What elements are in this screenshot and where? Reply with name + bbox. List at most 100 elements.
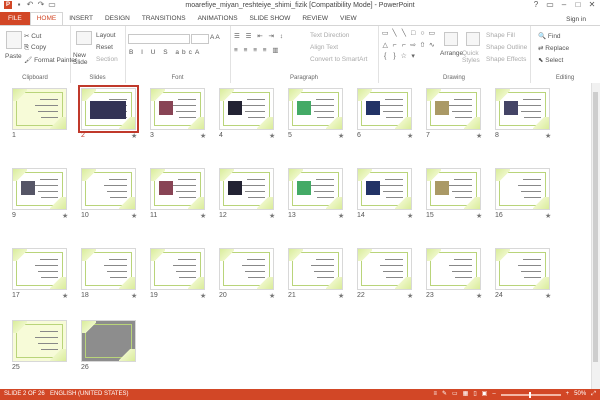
transition-star-icon[interactable]: ★ (338, 292, 344, 300)
zoom-slider[interactable] (500, 391, 561, 398)
slide-thumbnail[interactable] (150, 168, 205, 210)
arrange-icon[interactable] (444, 32, 458, 46)
brace-icon[interactable]: { (381, 52, 389, 63)
transition-star-icon[interactable]: ★ (269, 132, 275, 140)
slideshow-view-icon[interactable]: ▣ (482, 389, 488, 400)
shape-outline-button[interactable]: Shape Outline (486, 44, 527, 51)
tab-insert[interactable]: INSERT (63, 12, 99, 25)
quick-styles-button[interactable]: Quick Styles (462, 50, 482, 64)
transition-star-icon[interactable]: ★ (131, 292, 137, 300)
tab-home[interactable]: HOME (29, 12, 64, 25)
help-icon[interactable]: ? (530, 0, 542, 10)
triangle-icon[interactable]: △ (381, 41, 389, 52)
brace-icon[interactable]: } (390, 52, 398, 63)
new-slide-icon[interactable] (76, 31, 92, 45)
layout-button[interactable]: Layout (96, 32, 116, 39)
zoom-slider-thumb[interactable] (528, 391, 531, 398)
transition-star-icon[interactable]: ★ (269, 212, 275, 220)
tab-review[interactable]: REVIEW (296, 12, 334, 25)
slide-thumbnail[interactable] (495, 248, 550, 290)
font-size-box[interactable] (191, 34, 209, 44)
transition-star-icon[interactable]: ★ (407, 212, 413, 220)
cut-button[interactable]: ✂ Cut (24, 32, 41, 40)
slide-thumbnail[interactable] (357, 248, 412, 290)
slide-thumbnail[interactable] (426, 248, 481, 290)
rectangle-icon[interactable]: ▭ (428, 29, 436, 40)
slide-thumbnail[interactable] (12, 168, 67, 210)
language-indicator[interactable]: ENGLISH (UNITED STATES) (50, 389, 128, 400)
slide-thumbnail[interactable] (78, 85, 139, 133)
transition-star-icon[interactable]: ★ (476, 212, 482, 220)
transition-star-icon[interactable]: ★ (476, 292, 482, 300)
ribbon-display-icon[interactable]: ▭ (544, 0, 556, 10)
transition-star-icon[interactable]: ★ (200, 292, 206, 300)
align-text-button[interactable]: Align Text (310, 44, 338, 51)
reset-button[interactable]: Reset (96, 44, 113, 51)
arrange-button[interactable]: Arrange (440, 50, 463, 57)
slide-thumbnail[interactable] (150, 88, 205, 130)
slide-thumbnail[interactable] (12, 88, 67, 130)
transition-star-icon[interactable]: ★ (545, 292, 551, 300)
slide-thumbnail-photo[interactable] (81, 320, 136, 362)
zoom-out-icon[interactable]: – (492, 389, 495, 400)
scrollbar-thumb[interactable] (593, 92, 598, 362)
copy-button[interactable]: ⎘ Copy (24, 44, 46, 52)
slide-thumbnail[interactable] (357, 168, 412, 210)
slide-thumbnail[interactable] (495, 168, 550, 210)
normal-view-icon[interactable]: ▭ (452, 389, 458, 400)
zoom-level[interactable]: 50% (574, 389, 586, 400)
line-icon[interactable]: ╲ (400, 29, 408, 40)
tab-transitions[interactable]: TRANSITIONS (136, 12, 192, 25)
tab-file[interactable]: FILE (0, 12, 30, 25)
replace-button[interactable]: ⇄ Replace (538, 44, 569, 52)
find-button[interactable]: 🔍 Find (538, 32, 561, 40)
line-icon[interactable]: ╲ (390, 29, 398, 40)
new-slide-button[interactable]: New Slide (73, 52, 93, 66)
zoom-in-icon[interactable]: + (566, 389, 570, 400)
paste-icon[interactable] (6, 31, 22, 49)
slide-thumbnail[interactable] (288, 248, 343, 290)
transition-star-icon[interactable]: ★ (200, 212, 206, 220)
maximize-icon[interactable]: □ (572, 0, 584, 10)
star-icon[interactable]: ☆ (400, 52, 408, 63)
quick-styles-icon[interactable] (466, 32, 480, 46)
comments-icon[interactable]: ✎ (442, 389, 447, 400)
notes-icon[interactable]: ≡ (433, 389, 437, 400)
reading-view-icon[interactable]: ▯ (473, 389, 476, 400)
select-button[interactable]: ⬉ Select (538, 56, 563, 64)
tab-animations[interactable]: ANIMATIONS (192, 12, 244, 25)
font-format-buttons[interactable]: B I U S abc (129, 49, 195, 56)
text-direction-button[interactable]: Text Direction (310, 32, 349, 39)
transition-star-icon[interactable]: ★ (200, 132, 206, 140)
slide-thumbnail[interactable] (81, 168, 136, 210)
shape-effects-button[interactable]: Shape Effects (486, 56, 526, 63)
oval-icon[interactable]: ○ (418, 29, 426, 40)
transition-star-icon[interactable]: ★ (62, 212, 68, 220)
arrow-icon[interactable]: ⇨ (409, 41, 417, 52)
sign-in-link[interactable]: Sign in (566, 16, 586, 23)
slide-thumbnail[interactable] (288, 168, 343, 210)
slide-thumbnail[interactable] (219, 248, 274, 290)
curve-icon[interactable]: ∿ (428, 41, 436, 52)
slide-thumbnail[interactable] (150, 248, 205, 290)
more-shapes-icon[interactable]: ▾ (409, 52, 417, 63)
slide-thumbnail[interactable] (12, 320, 67, 362)
tab-slide-show[interactable]: SLIDE SHOW (244, 12, 297, 25)
corner-icon[interactable]: ⌐ (400, 41, 408, 52)
section-button[interactable]: Section (96, 56, 118, 63)
rectangle-icon[interactable]: □ (409, 29, 417, 40)
corner-icon[interactable]: ⌐ (390, 41, 398, 52)
transition-star-icon[interactable]: ★ (62, 292, 68, 300)
list-buttons[interactable]: ☰ ☰ ⇤ ⇥ ↕ (234, 32, 285, 40)
transition-star-icon[interactable]: ★ (131, 212, 137, 220)
slide-thumbnail[interactable] (12, 248, 67, 290)
rectangle-icon[interactable]: ▭ (381, 29, 389, 40)
font-size-buttons[interactable]: A A (210, 34, 220, 41)
font-name-box[interactable] (128, 34, 190, 44)
slide-thumbnail[interactable] (81, 248, 136, 290)
transition-star-icon[interactable]: ★ (269, 292, 275, 300)
transition-star-icon[interactable]: ★ (131, 132, 137, 140)
slide-thumbnail[interactable] (219, 168, 274, 210)
shapes-gallery[interactable]: ▭ ╲ ╲ □ ○ ▭ △ ⌐ ⌐ ⇨ ⇧ ∿ { } ☆ ▾ (381, 29, 436, 63)
close-icon[interactable]: ✕ (586, 0, 598, 10)
